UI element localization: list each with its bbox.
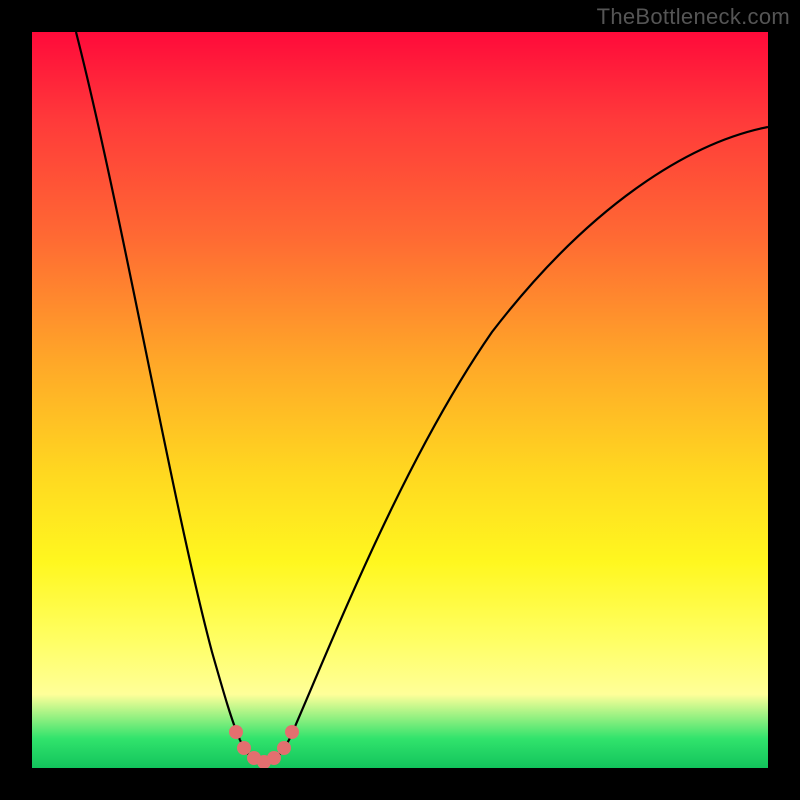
- curve-right-branch: [290, 127, 768, 738]
- bottleneck-curve: [32, 32, 768, 768]
- chart-frame: TheBottleneck.com: [0, 0, 800, 800]
- marker-dot: [285, 725, 299, 739]
- watermark-text: TheBottleneck.com: [597, 4, 790, 30]
- curve-left-branch: [76, 32, 240, 740]
- marker-dot: [277, 741, 291, 755]
- marker-dot: [229, 725, 243, 739]
- plot-area: [32, 32, 768, 768]
- marker-dot: [267, 751, 281, 765]
- critical-zone-markers: [229, 725, 299, 768]
- marker-dot: [237, 741, 251, 755]
